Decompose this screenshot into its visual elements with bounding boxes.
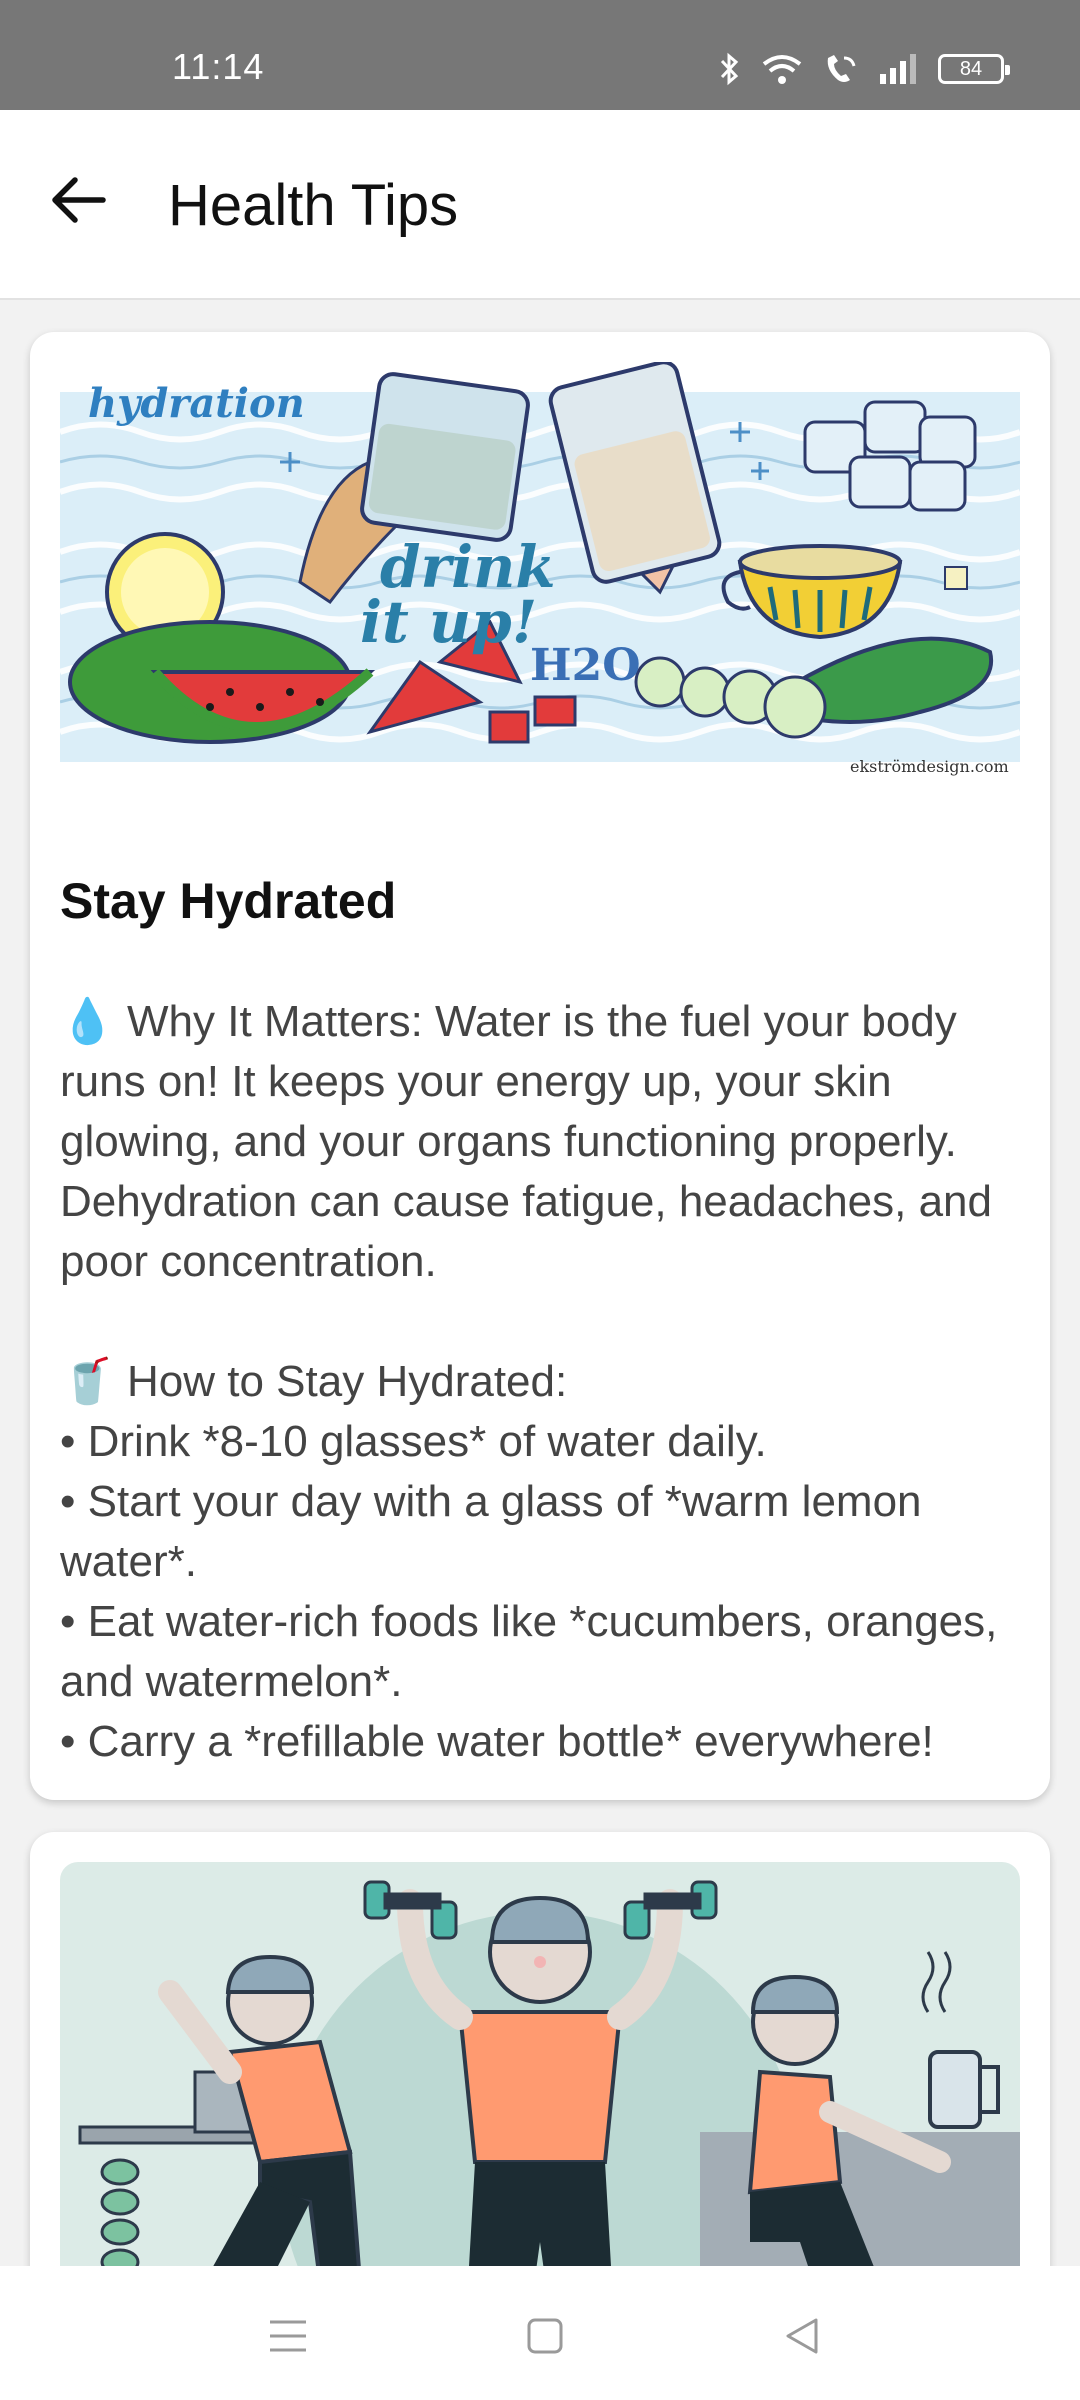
tip-card-hydration[interactable]: hydration drink it up! H2O ekströmdesign… [30,332,1050,1800]
back-button[interactable] [40,162,116,238]
home-button[interactable] [515,2306,575,2366]
battery-icon: 84 [938,54,1010,84]
it-up-script: it up! [360,588,537,656]
tips-list[interactable]: hydration drink it up! H2O ekströmdesign… [0,300,1080,2266]
back-nav-button[interactable] [772,2306,832,2366]
page-title: Health Tips [168,173,459,238]
signal-icon [880,54,916,84]
wifi-calling-icon [827,55,856,82]
status-time: 11:14 [172,46,265,87]
tip-title: Stay Hydrated [60,873,397,929]
system-nav-bar [0,2266,1080,2400]
tip-body: 💧 Why It Matters: Water is the fuel your… [60,997,998,1766]
arrow-left-icon [52,177,106,223]
exercise-illustration [60,1862,1020,2266]
tip-card-exercise[interactable] [30,1832,1050,2266]
status-icons: 84 [718,52,1010,86]
bluetooth-icon [720,52,739,86]
menu-button[interactable] [258,2306,318,2366]
back-triangle-icon [786,2318,818,2354]
battery-level: 84 [959,57,983,80]
menu-icon [270,2320,306,2352]
image-credit: ekströmdesign.com [850,757,1009,776]
hydration-illustration: hydration drink it up! H2O ekströmdesign… [60,362,1020,782]
wifi-icon [762,55,802,84]
status-bar: 11:14 84 [0,0,1080,110]
home-square-icon [527,2318,563,2354]
hydration-script: hydration [88,380,305,427]
h2o-label: H2O [530,640,641,691]
app-bar: Health Tips [0,110,1080,300]
